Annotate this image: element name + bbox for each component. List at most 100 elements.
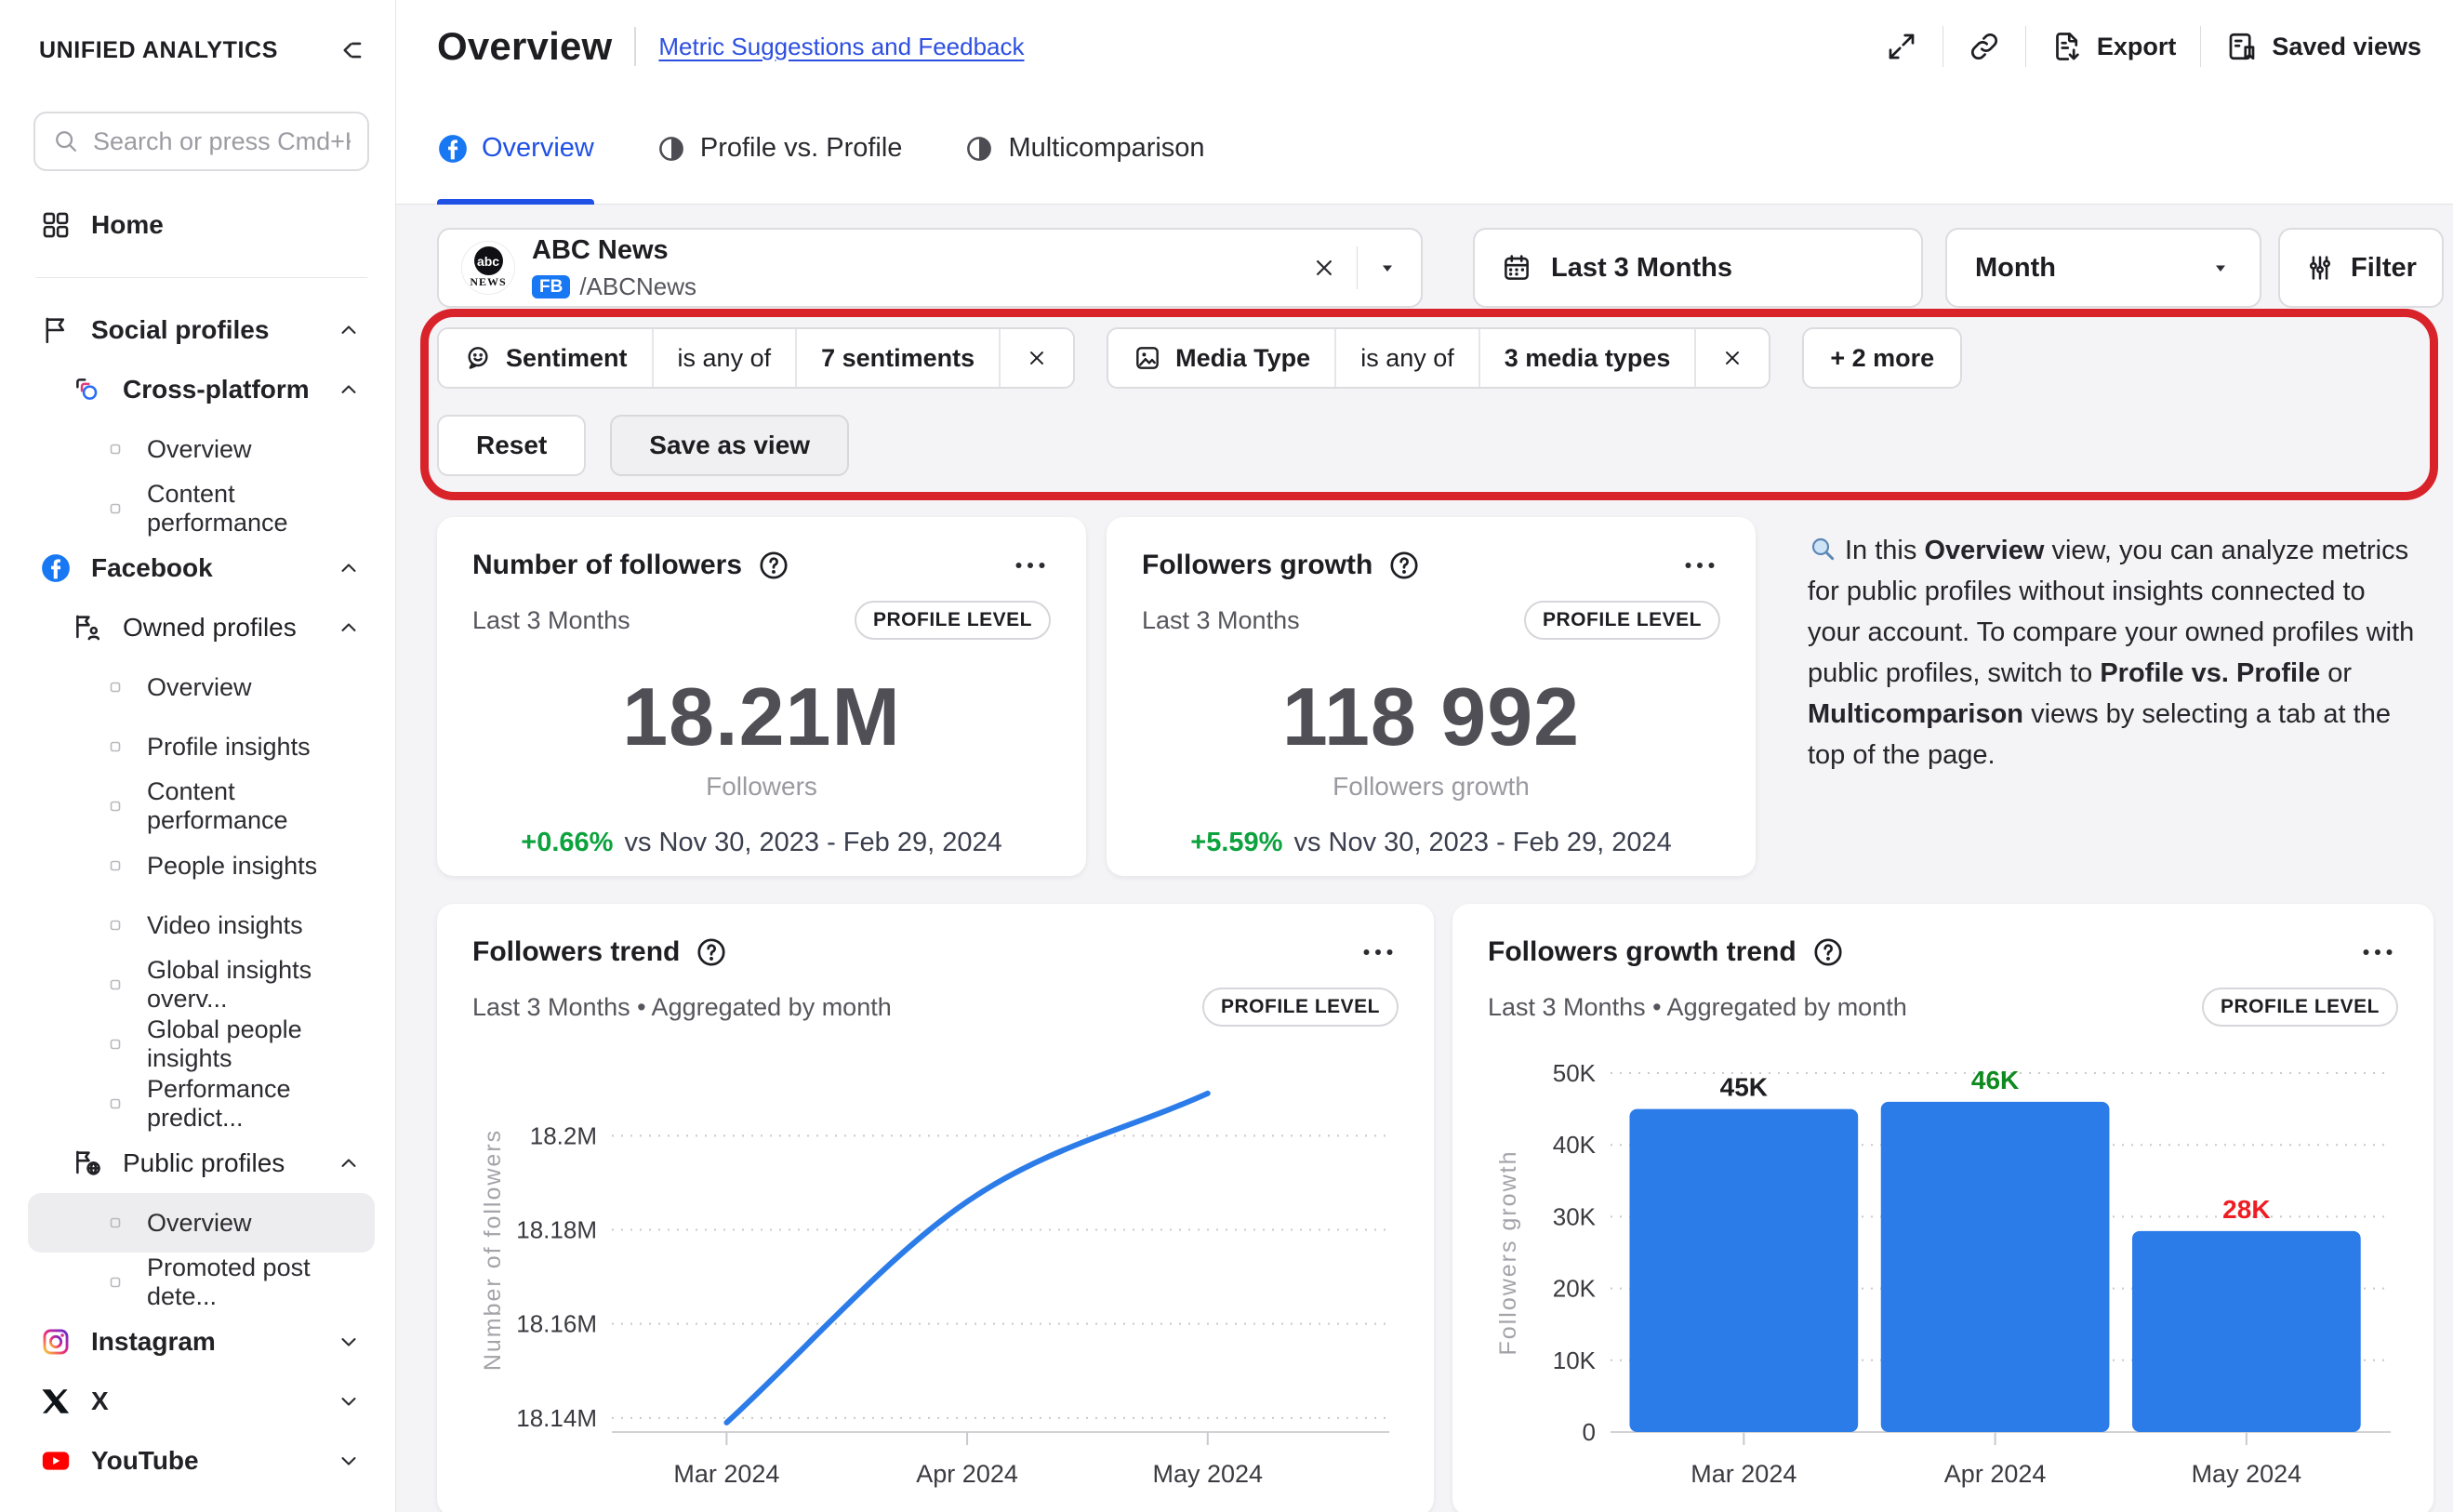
sidebar-item-content-performance[interactable]: Content performance <box>28 776 375 836</box>
sidebar-item-x[interactable]: X <box>28 1372 375 1431</box>
sidebar-item-performance-prediction[interactable]: Performance predict... <box>28 1074 375 1134</box>
sidebar-item-public-overview[interactable]: Overview <box>28 1193 375 1253</box>
filter-chip-operator[interactable]: is any of <box>1336 329 1480 387</box>
profile-dropdown-caret[interactable] <box>1376 257 1399 279</box>
help-icon[interactable] <box>695 935 728 969</box>
svg-text:50K: 50K <box>1553 1059 1597 1087</box>
sidebar-item-instagram[interactable]: Instagram <box>28 1312 375 1372</box>
chevron-down-icon <box>336 1388 362 1414</box>
magnifier-icon <box>1808 534 1837 564</box>
svg-text:28K: 28K <box>2222 1195 2270 1224</box>
sidebar-item-label: Performance predict... <box>147 1075 362 1133</box>
sidebar-item-profile-insights[interactable]: Profile insights <box>28 717 375 776</box>
filter-button[interactable]: Filter <box>2278 228 2444 308</box>
bullet-icon <box>110 920 121 931</box>
expand-icon <box>1885 30 1918 63</box>
sidebar-item-label: Global people insights <box>147 1015 362 1073</box>
sidebar-item-video-insights[interactable]: Video insights <box>28 895 375 955</box>
followers-trend-card: Followers trend Last 3 Months • Aggregat… <box>437 904 1434 1512</box>
date-range-selector[interactable]: Last 3 Months <box>1473 228 1923 308</box>
half-circle-icon <box>656 133 687 165</box>
export-button[interactable]: Export <box>2026 30 2201 63</box>
profile-selector[interactable]: abc NEWS ABC News FB /ABCNews <box>437 228 1423 308</box>
filter-chip-value[interactable]: 3 media types <box>1480 329 1697 387</box>
metric-suggestions-link[interactable]: Metric Suggestions and Feedback <box>658 33 1024 61</box>
sidebar-item-facebook[interactable]: Facebook <box>28 538 375 598</box>
sidebar-item-cross-platform[interactable]: Cross-platform <box>28 360 375 419</box>
more-options-icon[interactable] <box>1358 938 1399 966</box>
flag-icon <box>39 313 73 347</box>
instagram-icon <box>39 1325 73 1359</box>
aggregation-selector[interactable]: Month <box>1945 228 2261 308</box>
more-options-icon[interactable] <box>1679 551 1720 579</box>
filter-chip-field[interactable]: Sentiment <box>439 329 654 387</box>
sidebar-item-label: Content performance <box>147 480 362 537</box>
saved-views-icon <box>2225 30 2259 63</box>
collapse-sidebar-icon[interactable] <box>330 32 367 69</box>
profile-level-badge: PROFILE LEVEL <box>855 601 1051 640</box>
sidebar-search[interactable] <box>33 112 369 171</box>
sidebar-item-label: Video insights <box>147 911 303 940</box>
sidebar-item-promoted-post-detection[interactable]: Promoted post dete... <box>28 1253 375 1312</box>
sidebar-item-social-profiles[interactable]: Social profiles <box>28 300 375 360</box>
sidebar-item-owned-profiles[interactable]: Owned profiles <box>28 598 375 657</box>
tab-overview[interactable]: Overview <box>437 93 594 204</box>
more-filters-button[interactable]: + 2 more <box>1802 327 1962 389</box>
bullet-icon <box>110 682 121 693</box>
sidebar-item-cross-platform-content-performance[interactable]: Content performance <box>28 479 375 538</box>
sidebar-item-label: Overview <box>147 435 252 464</box>
more-options-icon[interactable] <box>1010 551 1051 579</box>
help-icon[interactable] <box>1387 549 1421 582</box>
calendar-icon <box>1501 252 1532 284</box>
svg-text:May 2024: May 2024 <box>2192 1460 2302 1488</box>
followers-growth-trend-card: Followers growth trend Last 3 Months • A… <box>1452 904 2433 1512</box>
card-title: Number of followers <box>472 550 742 581</box>
flag-globe-icon <box>71 1147 104 1180</box>
copy-link-button[interactable] <box>1943 30 2025 63</box>
sidebar-item-label: Home <box>91 210 164 240</box>
sidebar-item-label: People insights <box>147 852 317 881</box>
filter-chip-field[interactable]: Media Type <box>1108 329 1336 387</box>
filter-chip-operator[interactable]: is any of <box>654 329 798 387</box>
sidebar-item-public-profiles[interactable]: Public profiles <box>28 1134 375 1193</box>
divider <box>35 277 367 278</box>
tab-profile-vs-profile[interactable]: Profile vs. Profile <box>656 93 903 204</box>
help-icon[interactable] <box>757 549 790 582</box>
sidebar-item-owned-overview[interactable]: Overview <box>28 657 375 717</box>
sidebar-item-people-insights[interactable]: People insights <box>28 836 375 895</box>
sidebar-item-youtube[interactable]: YouTube <box>28 1431 375 1491</box>
sidebar-item-home[interactable]: Home <box>28 195 375 255</box>
content-area: abc NEWS ABC News FB /ABCNews <box>396 205 2453 1512</box>
filter-chip-sentiment: Sentimentis any of7 sentiments <box>437 327 1075 389</box>
help-icon[interactable] <box>1811 935 1845 969</box>
filter-chip-remove-button[interactable] <box>1001 329 1073 387</box>
chart-subtitle: Last 3 Months • Aggregated by month <box>472 993 892 1022</box>
svg-text:18.14M: 18.14M <box>516 1404 597 1432</box>
growth-delta: +5.59%vs Nov 30, 2023 - Feb 29, 2024 <box>1142 828 1720 858</box>
flag-person-icon <box>71 611 104 644</box>
sidebar-item-global-insights-overview[interactable]: Global insights overv... <box>28 955 375 1015</box>
profile-handle: /ABCNews <box>579 272 696 301</box>
filter-actions-row: Reset Save as view <box>437 415 2444 476</box>
network-badge: FB <box>532 275 570 298</box>
expand-button[interactable] <box>1861 30 1943 63</box>
sidebar-item-label: Profile insights <box>147 733 311 762</box>
more-options-icon[interactable] <box>2357 938 2398 966</box>
remove-profile-button[interactable] <box>1310 254 1338 282</box>
filter-chip-value[interactable]: 7 sentiments <box>797 329 1001 387</box>
growth-value: 118 992 <box>1142 670 1720 764</box>
chevron-down-icon <box>336 1448 362 1474</box>
sidebar-item-label: Global insights overv... <box>147 956 362 1014</box>
filter-icon <box>2304 252 2336 284</box>
filter-chip-remove-button[interactable] <box>1696 329 1769 387</box>
reset-filters-button[interactable]: Reset <box>437 415 586 476</box>
chevron-up-icon <box>336 317 362 343</box>
save-as-view-button[interactable]: Save as view <box>610 415 849 476</box>
tab-multicomparison[interactable]: Multicomparison <box>963 93 1204 204</box>
tab-label: Profile vs. Profile <box>700 133 903 164</box>
sidebar-item-global-people-insights[interactable]: Global people insights <box>28 1015 375 1074</box>
search-input[interactable] <box>93 127 351 156</box>
sidebar-item-label: Public profiles <box>123 1148 285 1178</box>
saved-views-button[interactable]: Saved views <box>2201 30 2446 63</box>
sidebar-item-cross-platform-overview[interactable]: Overview <box>28 419 375 479</box>
